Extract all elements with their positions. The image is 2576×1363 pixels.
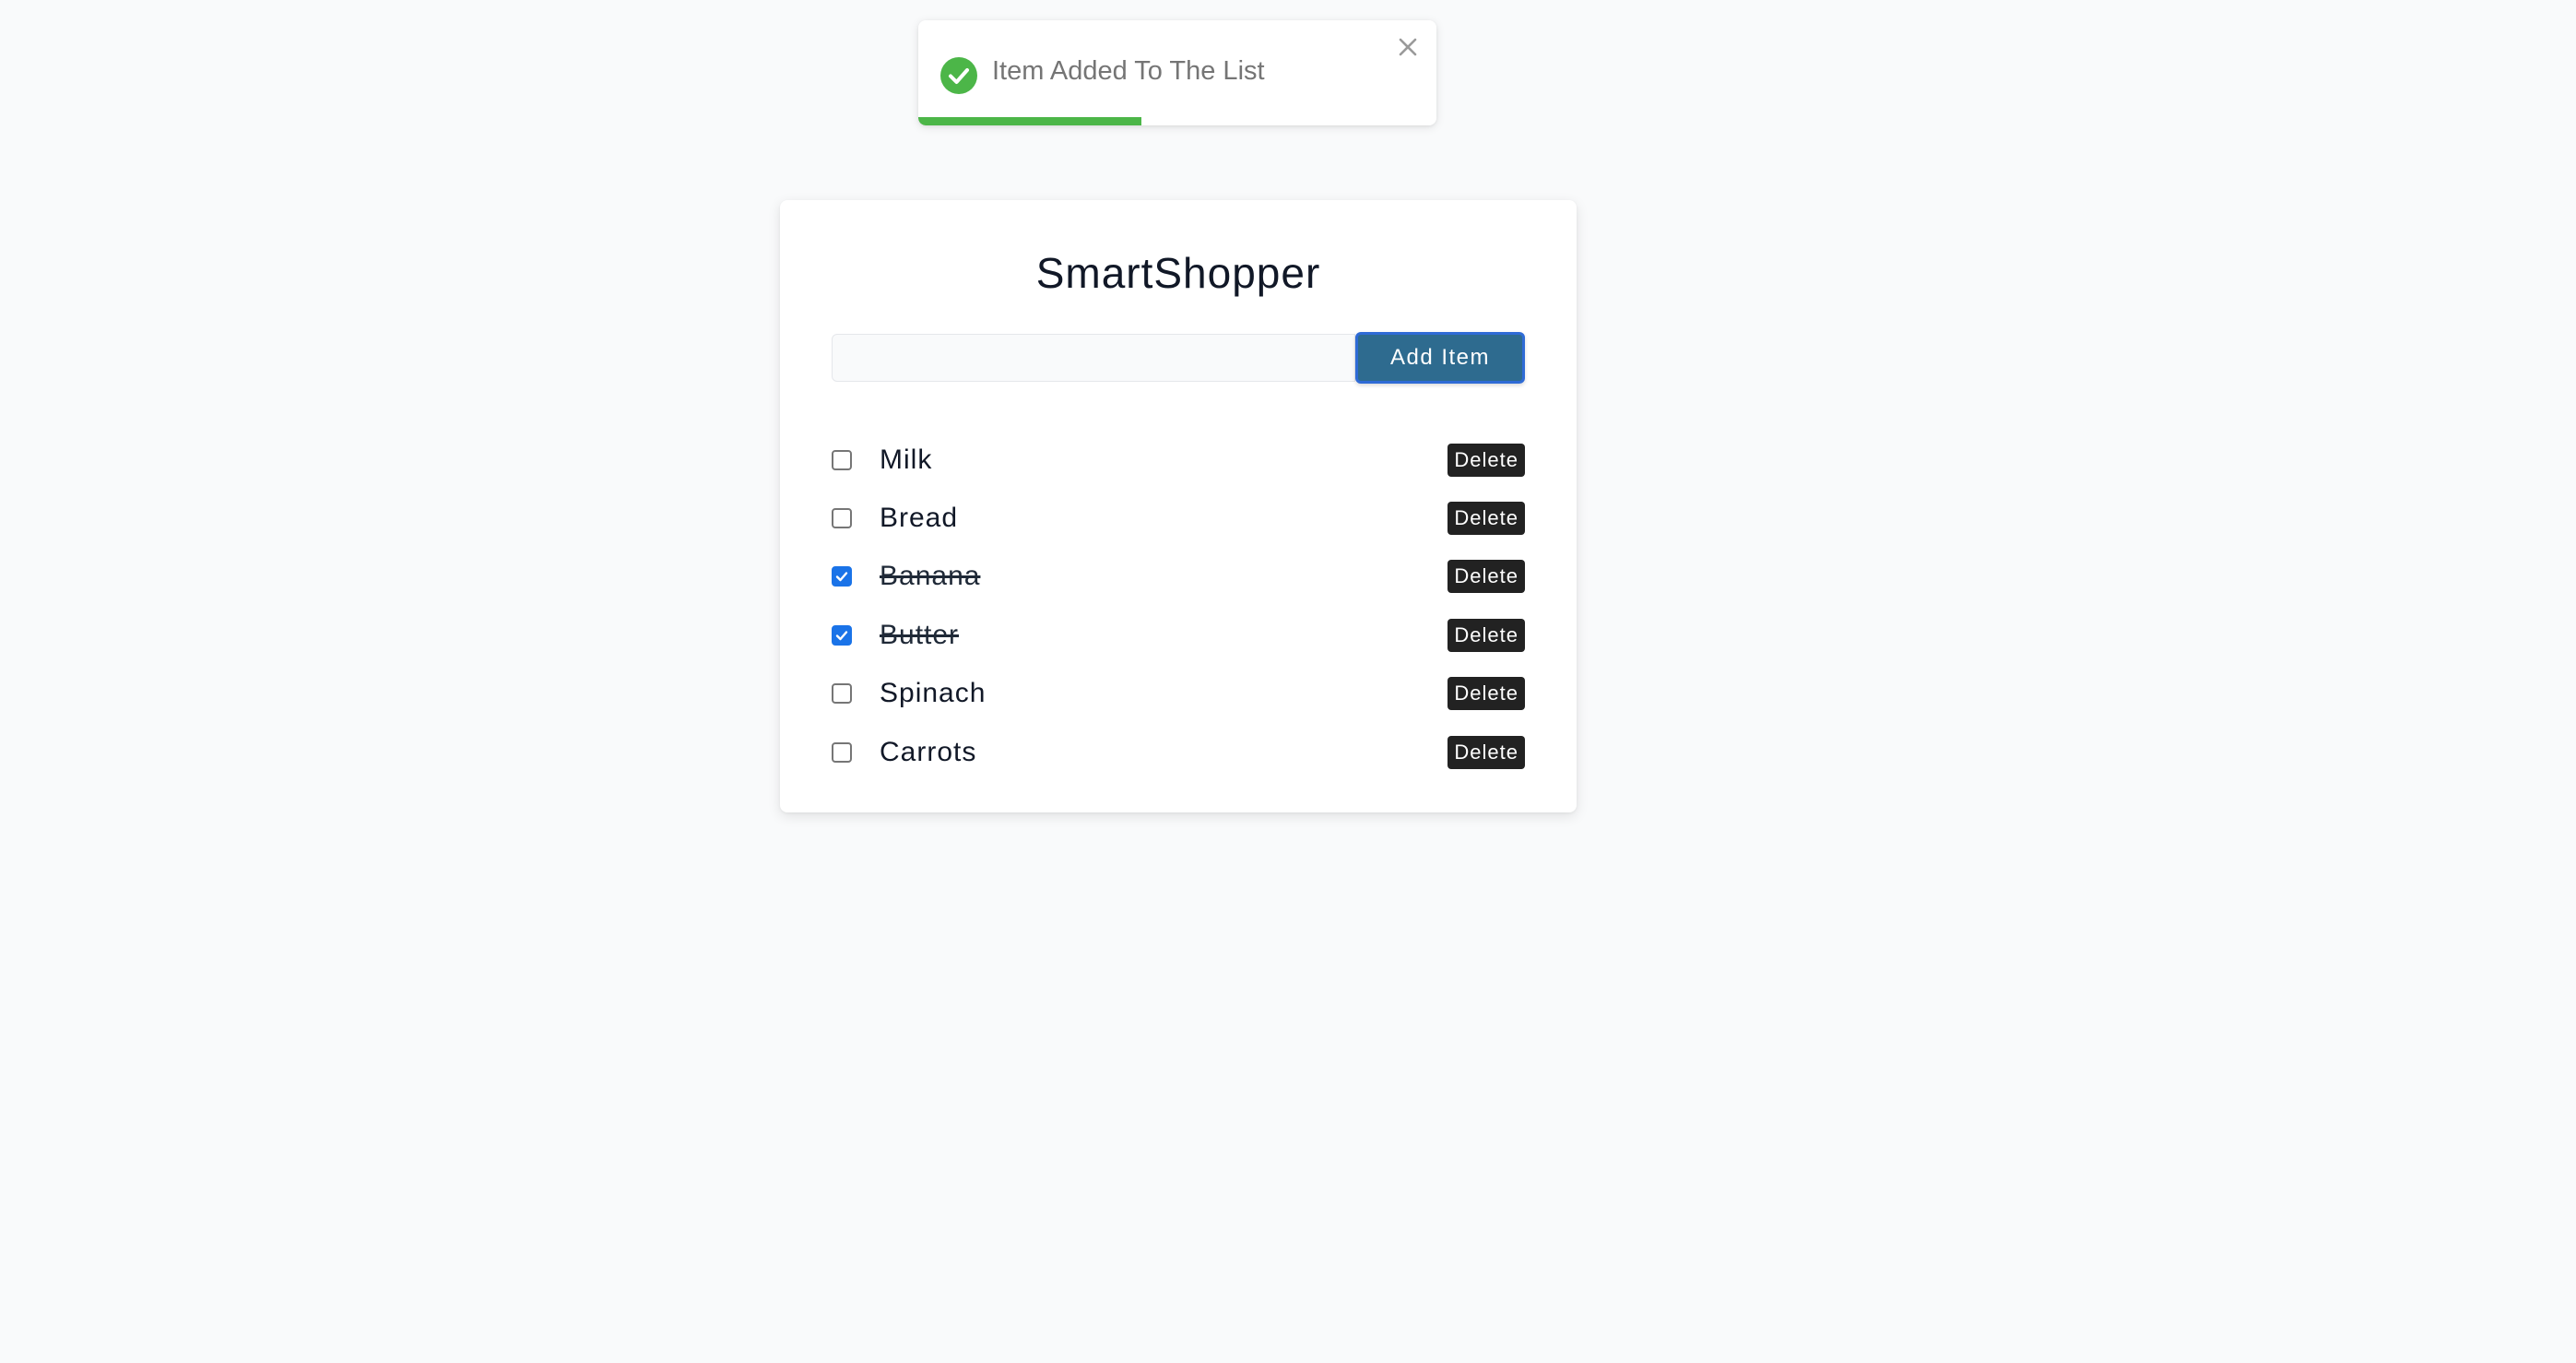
item-checkbox[interactable] bbox=[832, 624, 852, 646]
item-input[interactable] bbox=[832, 334, 1355, 382]
item-label: Milk bbox=[880, 444, 933, 475]
list-item-butter: Butter Delete bbox=[832, 606, 1525, 664]
shopping-list: Milk Delete Bread Delete Banana Delete B… bbox=[832, 431, 1525, 781]
delete-button[interactable]: Delete bbox=[1448, 502, 1525, 536]
app-title: SmartShopper bbox=[1035, 249, 1321, 297]
item-checkbox[interactable] bbox=[832, 449, 852, 470]
delete-button[interactable]: Delete bbox=[1448, 735, 1525, 769]
item-label: Spinach bbox=[880, 678, 987, 709]
check-circle-icon bbox=[940, 57, 977, 94]
add-item-form: Add Item bbox=[832, 332, 1525, 384]
add-item-button[interactable]: Add Item bbox=[1355, 332, 1525, 384]
close-icon[interactable] bbox=[1392, 31, 1424, 63]
item-checkbox[interactable] bbox=[832, 566, 852, 587]
toast-progress-fill bbox=[918, 117, 1141, 125]
delete-button[interactable]: Delete bbox=[1448, 443, 1525, 477]
delete-button[interactable]: Delete bbox=[1448, 677, 1525, 711]
item-checkbox[interactable] bbox=[832, 741, 852, 763]
delete-button[interactable]: Delete bbox=[1448, 560, 1525, 594]
list-item-banana: Banana Delete bbox=[832, 548, 1525, 606]
toast-message: Item Added To The List bbox=[992, 56, 1265, 86]
list-item-milk: Milk Delete bbox=[832, 431, 1525, 489]
toast-progress-bar bbox=[918, 117, 1436, 125]
list-item-carrots: Carrots Delete bbox=[832, 723, 1525, 781]
shopping-list-card: SmartShopper Add Item Milk Delete Bread … bbox=[780, 200, 1577, 812]
item-label: Carrots bbox=[880, 736, 977, 767]
list-item-bread: Bread Delete bbox=[832, 489, 1525, 547]
delete-button[interactable]: Delete bbox=[1448, 618, 1525, 652]
item-checkbox[interactable] bbox=[832, 508, 852, 529]
item-label: Bread bbox=[880, 503, 959, 534]
item-label: Banana bbox=[880, 561, 981, 592]
list-item-spinach: Spinach Delete bbox=[832, 665, 1525, 723]
item-label: Butter bbox=[880, 619, 960, 650]
item-checkbox[interactable] bbox=[832, 683, 852, 705]
toast-notification: Item Added To The List bbox=[918, 20, 1436, 125]
app-page: Item Added To The List SmartShopper Add … bbox=[0, 0, 2576, 1363]
